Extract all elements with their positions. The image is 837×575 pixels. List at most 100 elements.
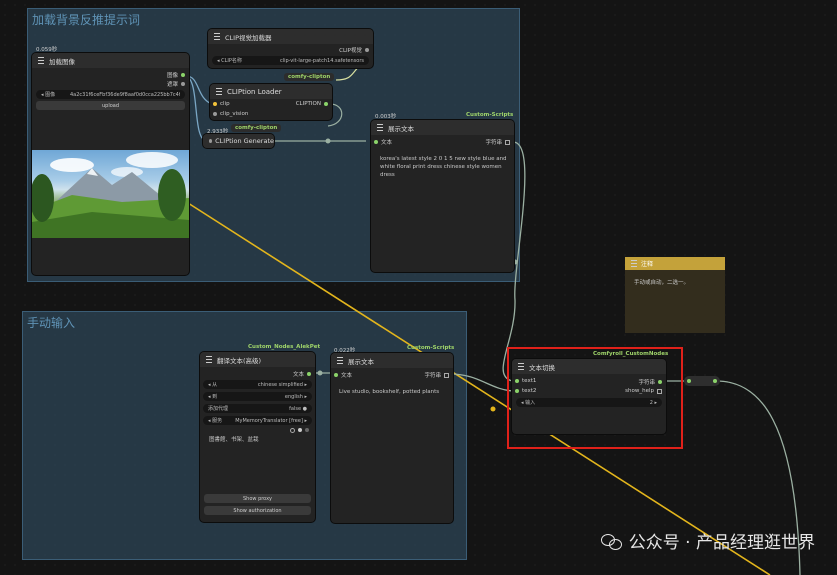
from-language-select[interactable]: ◂ 从 chinese simplified ▸ [203, 380, 312, 389]
cliption-generate-header[interactable]: CLIPtion Generate [203, 134, 274, 148]
output-clip-vision-label: CLIP视觉 [339, 48, 362, 54]
output-image-label: 图像 [166, 73, 178, 79]
cliption-loader-header[interactable]: CLIPtion Loader [210, 84, 332, 99]
circle-icon[interactable] [305, 428, 309, 432]
port-dot-icon[interactable] [213, 112, 217, 116]
upload-button[interactable]: upload [36, 101, 185, 110]
input-clip-vision-label: clip_vision [220, 111, 249, 117]
port-dot-icon[interactable] [307, 372, 311, 376]
load-image-node[interactable]: 加载图像 图像 遮罩 ◂ 图像 4a2c31f6ceFbf36de9f8aaf0d… [32, 53, 189, 275]
show-text-bottom-content: Live studio, bookshelf, potted plants [339, 389, 440, 395]
translate-output-label: 文本 [292, 372, 304, 378]
highlight-box [507, 347, 683, 449]
reroute-node[interactable] [684, 376, 720, 386]
show-authorization-button[interactable]: Show authorization [204, 506, 311, 515]
show-proxy-button[interactable]: Show proxy [204, 494, 311, 503]
service-label: ◂ 服务 [208, 418, 223, 424]
output-clip-vision-port[interactable]: CLIP视觉 [339, 46, 369, 54]
output-cliption-label: CLIPTION [295, 101, 321, 107]
show-text-bottom-output-label: 字符串 [424, 373, 441, 379]
port-dot-icon[interactable] [324, 102, 328, 106]
clip-name-value: clip-vit-large-patch14.safetensors [279, 57, 364, 64]
clip-vision-badge: comfy-clipton [284, 73, 335, 81]
image-select[interactable]: ◂ 图像 4a2c31f6ceFbf36de9f8aaf0d0cca225bb7c… [36, 90, 185, 99]
show-text-bottom-title: 展示文本 [348, 357, 374, 366]
menu-icon[interactable] [337, 357, 343, 364]
output-image-port[interactable]: 图像 [167, 71, 185, 79]
color-dots [290, 428, 309, 433]
show-text-bottom-badge: Custom-Scripts [407, 345, 455, 351]
show-text-top-output-label: 字符串 [485, 140, 502, 146]
translate-output[interactable]: 文本 [293, 370, 311, 378]
translate-badge: Custom_Nodes_AlekPet [248, 344, 321, 350]
translate-input-text[interactable]: 图書館、书架、盆栽 [209, 436, 309, 444]
from-language-value: chinese simplified ▸ [257, 381, 307, 388]
load-image-header[interactable]: 加载图像 [32, 53, 189, 68]
show-text-top-header[interactable]: 展示文本 [371, 120, 514, 135]
wire-image-to-generate-2 [185, 75, 207, 142]
clip-name-select[interactable]: ◂ CLIP名称 clip-vit-large-patch14.safetenso… [212, 56, 369, 65]
show-text-top-content: korea's latest style 2 0 1 5 new style b… [380, 156, 507, 178]
list-port-icon[interactable] [444, 372, 449, 378]
clip-name-label: ◂ CLIP名称 [217, 58, 242, 64]
from-language-label: ◂ 从 [208, 382, 218, 388]
list-port-icon[interactable] [505, 139, 510, 145]
cliption-generate-node[interactable]: CLIPtion Generate [203, 134, 274, 148]
add-proxy-value: false ● [289, 405, 307, 412]
port-dot-icon[interactable] [181, 82, 185, 86]
show-text-top-node[interactable]: 展示文本 文本 字符串 korea's latest style 2 0 1 5… [371, 120, 514, 272]
image-select-value: 4a2c31f6ceFbf36de9f8aaf0d0cca225bb7c4f3.… [70, 91, 180, 98]
note-node[interactable]: 注释 手动或自动，二选一。 [625, 257, 725, 333]
show-text-bottom-input[interactable]: 文本 [334, 371, 352, 379]
menu-icon[interactable] [38, 57, 44, 64]
show-text-top-output[interactable]: 字符串 [485, 138, 510, 146]
circle-icon[interactable] [298, 428, 302, 432]
port-dot-icon[interactable] [374, 140, 378, 144]
port-dot-icon[interactable] [365, 48, 369, 52]
service-select[interactable]: ◂ 服务 MyMemoryTranslator [free] ▸ [203, 416, 312, 425]
port-dot-icon[interactable] [334, 373, 338, 377]
show-text-top-timing: 0.003秒 [375, 114, 397, 120]
menu-icon[interactable] [214, 33, 220, 40]
add-proxy-toggle[interactable]: 添加代理 false ● [203, 404, 312, 413]
watermark: 公众号 · 产品经理逛世界 [600, 528, 815, 553]
landscape-picture [32, 152, 189, 238]
show-text-bottom-output[interactable]: 字符串 [424, 371, 449, 379]
clip-vision-loader-header[interactable]: CLIP视觉加载器 [208, 29, 373, 44]
loaded-image-preview [32, 150, 189, 238]
show-text-bottom-header[interactable]: 展示文本 [331, 353, 453, 368]
input-clip-label: clip [220, 101, 230, 107]
output-mask-label: 遮罩 [166, 82, 178, 88]
translate-node[interactable]: 翻译文本(高级) 文本 ◂ 从 chinese simplified ▸ ◂ 到 e… [200, 352, 315, 522]
cliption-loader-node[interactable]: CLIPtion Loader clip clip_vision CLIPTIO… [210, 84, 332, 120]
clip-vision-loader-node[interactable]: CLIP视觉加载器 CLIP视觉 ◂ CLIP名称 clip-vit-large-… [208, 29, 373, 68]
show-text-bottom-node[interactable]: 展示文本 文本 字符串 Live studio, bookshelf, pott… [331, 353, 453, 523]
load-image-timing: 0.059秒 [36, 47, 58, 53]
cliption-generate-title: CLIPtion Generate [215, 137, 274, 145]
to-language-value: english ▸ [284, 393, 307, 400]
port-dot-icon[interactable] [687, 379, 691, 383]
menu-icon[interactable] [206, 356, 212, 363]
output-mask-port[interactable]: 遮罩 [167, 80, 185, 88]
menu-icon[interactable] [216, 88, 222, 95]
port-dot-icon[interactable] [713, 379, 717, 383]
port-dot-icon[interactable] [213, 102, 217, 106]
image-select-label: ◂ 图像 [41, 92, 56, 98]
menu-icon[interactable] [377, 124, 383, 131]
note-content: 手动或自动，二选一。 [634, 280, 690, 286]
show-text-top-input[interactable]: 文本 [374, 138, 392, 146]
note-header[interactable]: 注释 [625, 257, 725, 270]
port-dot-icon[interactable] [181, 73, 185, 77]
output-cliption-port[interactable]: CLIPTION [296, 101, 328, 107]
collapse-dot-icon[interactable] [209, 139, 213, 143]
input-clip-port[interactable]: clip [213, 101, 230, 107]
input-clip-vision-port[interactable]: clip_vision [213, 111, 248, 117]
cliption-generate-badge: comfy-clipton [231, 124, 282, 132]
show-text-top-badge: Custom-Scripts [466, 112, 514, 118]
menu-icon[interactable] [631, 260, 637, 267]
to-language-select[interactable]: ◂ 到 english ▸ [203, 392, 312, 401]
cliption-loader-title: CLIPtion Loader [227, 87, 282, 96]
circle-icon[interactable] [290, 428, 295, 433]
translate-header[interactable]: 翻译文本(高级) [200, 352, 315, 367]
clip-vision-loader-title: CLIP视觉加载器 [225, 33, 272, 42]
